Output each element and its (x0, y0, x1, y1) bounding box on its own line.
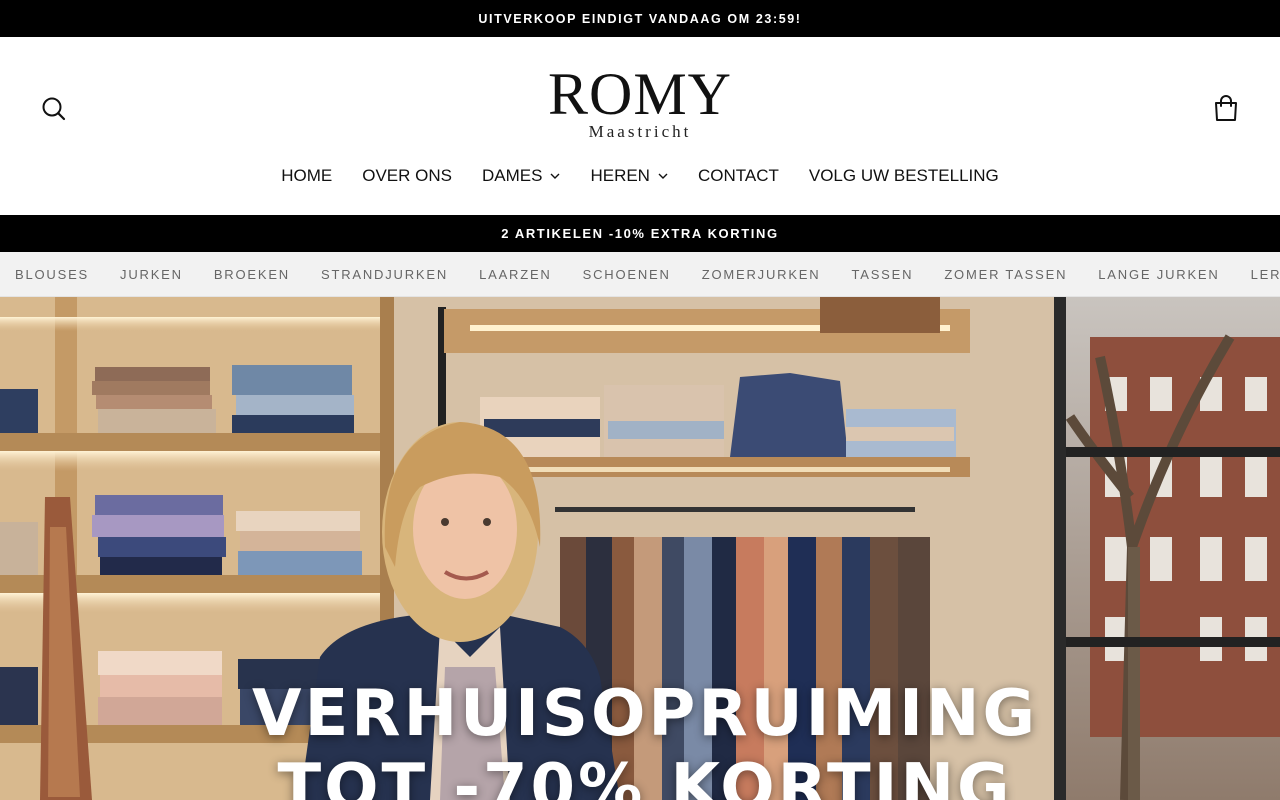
category-link-strandjurken[interactable]: STRANDJURKEN (321, 267, 448, 282)
cart-button[interactable] (1211, 93, 1241, 123)
site-header: ROMY Maastricht HOME OVER ONS DAMES HERE… (0, 37, 1280, 215)
announcement-text: UITVERKOOP EINDIGT VANDAAG OM 23:59! (478, 11, 802, 26)
logo-main-text: ROMY (547, 61, 733, 127)
category-link-schoenen[interactable]: SCHOENEN (583, 267, 671, 282)
category-track: BLOUSES JURKEN BROEKEN STRANDJURKEN LAAR… (15, 252, 1280, 296)
announcement-bar-promo: 2 ARTIKELEN -10% EXTRA KORTING (0, 215, 1280, 252)
main-nav: HOME OVER ONS DAMES HEREN CONTACT VOLG U… (0, 163, 1280, 189)
category-link-blouses[interactable]: BLOUSES (15, 267, 89, 282)
category-link-broeken[interactable]: BROEKEN (214, 267, 290, 282)
nav-item-label: HEREN (590, 166, 650, 185)
logo[interactable]: ROMY Maastricht (540, 63, 740, 142)
nav-item-dames[interactable]: DAMES (482, 166, 560, 186)
nav-item-label: OVER ONS (362, 166, 452, 185)
chevron-down-icon (658, 173, 668, 179)
hero-title-line-2: TOT -70% KORTING (277, 751, 1013, 800)
category-link-jurken[interactable]: JURKEN (120, 267, 183, 282)
shopping-bag-icon (1215, 95, 1237, 121)
nav-item-heren[interactable]: HEREN (590, 166, 668, 186)
nav-item-label: DAMES (481, 166, 543, 185)
category-link-leren[interactable]: LEREN S (1251, 267, 1280, 282)
hero-title: VERHUISOPRUIMING TOT -70% KORTING (0, 677, 1280, 800)
nav-item-contact[interactable]: CONTACT (698, 166, 779, 186)
category-bar: BLOUSES JURKEN BROEKEN STRANDJURKEN LAAR… (0, 252, 1280, 297)
chevron-down-icon (550, 173, 560, 179)
nav-item-volg-uw-bestelling[interactable]: VOLG UW BESTELLING (809, 166, 999, 186)
category-link-zomer-tassen[interactable]: ZOMER TASSEN (944, 267, 1067, 282)
announcement-bar-top: UITVERKOOP EINDIGT VANDAAG OM 23:59! (0, 0, 1280, 37)
hero-title-line-1: VERHUISOPRUIMING (252, 677, 1038, 751)
hero-banner[interactable]: VERHUISOPRUIMING TOT -70% KORTING (0, 297, 1280, 800)
category-link-lange-jurken[interactable]: LANGE JURKEN (1098, 267, 1219, 282)
nav-item-home[interactable]: HOME (281, 166, 332, 186)
search-icon (42, 97, 66, 121)
nav-item-label: HOME (281, 166, 333, 185)
search-button[interactable] (40, 95, 68, 123)
nav-item-label: VOLG UW BESTELLING (808, 166, 999, 185)
category-link-zomerjurken[interactable]: ZOMERJURKEN (702, 267, 821, 282)
category-link-laarzen[interactable]: LAARZEN (479, 267, 552, 282)
nav-item-over-ons[interactable]: OVER ONS (362, 166, 452, 186)
promo-text: 2 ARTIKELEN -10% EXTRA KORTING (501, 226, 779, 241)
category-link-tassen[interactable]: TASSEN (851, 267, 913, 282)
nav-item-label: CONTACT (697, 166, 779, 185)
